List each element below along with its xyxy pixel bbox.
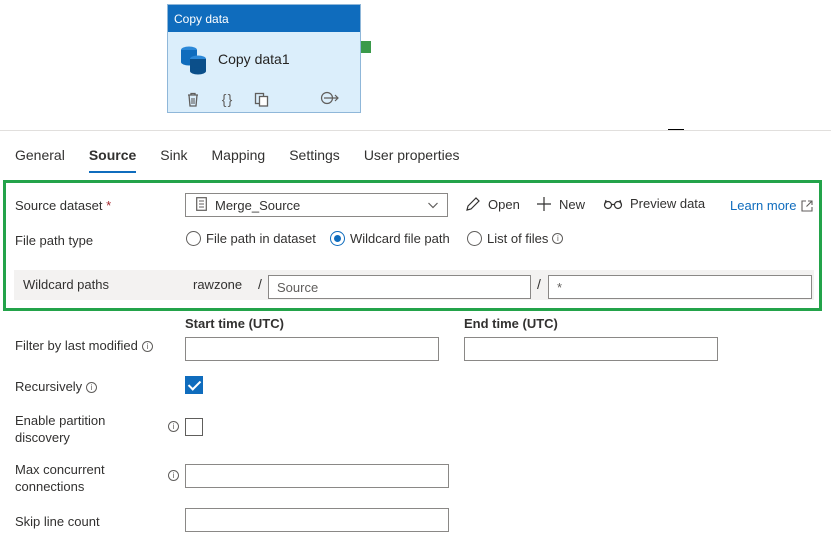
chevron-down-icon (427, 199, 439, 214)
recursively-label: Recursively i (15, 379, 98, 394)
recursively-text: Recursively (15, 379, 83, 394)
file-path-type-label: File path type (15, 233, 94, 248)
partition-discovery-checkbox[interactable] (185, 418, 203, 436)
path-separator: / (537, 276, 541, 292)
container-name: rawzone (193, 277, 243, 292)
activity-output-handle[interactable] (361, 41, 371, 53)
wildcard-paths-label: Wildcard paths (23, 277, 109, 292)
open-label: Open (488, 196, 520, 212)
plus-icon (537, 197, 551, 211)
learn-more-label: Learn more (730, 198, 797, 213)
partition-discovery-label: Enable partition discovery (15, 412, 105, 446)
learn-more-link[interactable]: Learn more (730, 198, 814, 213)
radio-label: Wildcard file path (350, 231, 450, 246)
clone-icon[interactable] (252, 90, 270, 108)
activity-type-header: Copy data (168, 5, 360, 32)
required-mark: * (106, 198, 112, 213)
info-icon[interactable]: i (168, 421, 179, 432)
source-dataset-label-text: Source dataset (15, 198, 103, 213)
recursively-checkbox[interactable] (185, 376, 203, 394)
max-connections-line1: Max concurrent (15, 462, 105, 477)
wildcard-file-input[interactable] (548, 275, 812, 299)
info-icon[interactable]: i (552, 233, 564, 244)
radio-file-path-in-dataset[interactable]: File path in dataset (186, 231, 316, 246)
path-separator: / (258, 276, 262, 292)
dataset-file-icon (196, 196, 207, 214)
tab-source[interactable]: Source (88, 147, 137, 173)
glasses-icon (603, 199, 623, 209)
end-time-input[interactable] (464, 337, 718, 361)
info-icon[interactable]: i (141, 341, 153, 353)
filter-last-modified-label: Filter by last modified i (15, 338, 153, 353)
radio-label: List of files (487, 231, 549, 246)
new-label: New (559, 196, 586, 212)
tab-sink[interactable]: Sink (160, 147, 187, 173)
source-dataset-select[interactable]: Merge_Source (185, 193, 448, 217)
tab-mapping[interactable]: Mapping (212, 147, 266, 173)
copy-data-activity[interactable]: Copy data Copy data1 { } (167, 4, 361, 113)
radio-circle-selected (330, 231, 345, 246)
radio-label: File path in dataset (206, 231, 316, 246)
filter-last-modified-text: Filter by last modified (15, 338, 138, 353)
external-link-icon (801, 199, 814, 212)
max-connections-label: Max concurrent connections (15, 461, 105, 495)
tab-settings[interactable]: Settings (289, 147, 340, 173)
delete-icon[interactable] (184, 90, 202, 108)
new-dataset-button[interactable]: New (536, 196, 585, 212)
partition-discovery-line1: Enable partition (15, 413, 106, 428)
max-connections-input[interactable] (185, 464, 449, 488)
info-icon[interactable]: i (168, 470, 179, 481)
database-icon (180, 45, 208, 78)
preview-data-button[interactable]: Preview data (603, 196, 705, 211)
start-time-header: Start time (UTC) (185, 316, 284, 331)
wildcard-folder-input[interactable] (268, 275, 531, 299)
source-dataset-label: Source dataset * (15, 198, 111, 213)
partition-discovery-line2: discovery (15, 430, 70, 445)
radio-circle (467, 231, 482, 246)
tab-general[interactable]: General (15, 147, 65, 173)
start-time-input[interactable] (185, 337, 439, 361)
info-icon[interactable]: i (86, 382, 98, 394)
preview-data-label: Preview data (630, 196, 706, 211)
radio-list-of-files[interactable]: List of files i (467, 231, 564, 246)
skip-line-count-input[interactable] (185, 508, 449, 532)
end-time-header: End time (UTC) (464, 316, 558, 331)
radio-wildcard-file-path[interactable]: Wildcard file path (330, 231, 450, 246)
code-icon[interactable]: { } (218, 90, 236, 108)
radio-circle (186, 231, 201, 246)
activity-name: Copy data1 (218, 51, 290, 67)
max-connections-line2: connections (15, 479, 85, 494)
panel-divider (0, 130, 831, 131)
skip-line-count-label: Skip line count (15, 514, 100, 529)
open-dataset-button[interactable]: Open (465, 196, 520, 212)
pencil-icon (466, 197, 480, 211)
properties-tabs: General Source Sink Mapping Settings Use… (15, 147, 484, 173)
add-output-icon[interactable] (320, 90, 342, 109)
tab-user-properties[interactable]: User properties (364, 147, 460, 173)
source-dataset-value: Merge_Source (215, 197, 301, 213)
